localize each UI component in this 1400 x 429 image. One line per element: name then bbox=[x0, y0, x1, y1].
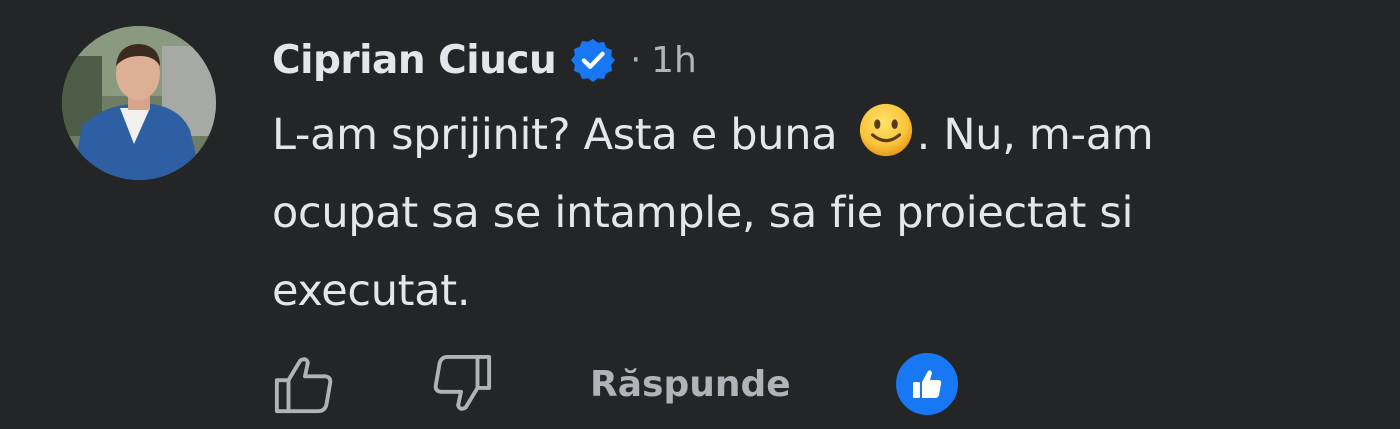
comment-text: L-am sprijinit? Asta e buna . Nu, m-am o… bbox=[272, 96, 1272, 330]
comment-actions: Răspunde bbox=[272, 350, 961, 418]
avatar-photo bbox=[62, 26, 216, 180]
like-button[interactable] bbox=[272, 352, 336, 416]
reply-button[interactable]: Răspunde bbox=[590, 364, 791, 405]
dislike-button[interactable] bbox=[430, 352, 494, 416]
comment-timestamp[interactable]: 1h bbox=[651, 40, 697, 81]
thumbs-down-icon bbox=[433, 354, 492, 411]
slightly-smiling-face-icon bbox=[859, 103, 912, 157]
like-reaction-icon bbox=[912, 370, 941, 398]
thumbs-up-icon bbox=[274, 357, 333, 414]
comment-header: Ciprian Ciucu · 1h bbox=[272, 30, 1272, 90]
comment: Ciprian Ciucu · 1h L-am sprijinit? Asta … bbox=[0, 0, 1400, 429]
comment-text-part-1: L-am sprijinit? Asta e buna bbox=[272, 110, 851, 160]
author-name[interactable]: Ciprian Ciucu bbox=[272, 38, 557, 83]
avatar[interactable] bbox=[62, 26, 216, 180]
separator-dot: · bbox=[630, 40, 642, 80]
verified-badge-icon bbox=[571, 38, 616, 83]
like-reaction-badge[interactable] bbox=[892, 350, 961, 418]
comment-body: Ciprian Ciucu · 1h L-am sprijinit? Asta … bbox=[272, 30, 1272, 330]
